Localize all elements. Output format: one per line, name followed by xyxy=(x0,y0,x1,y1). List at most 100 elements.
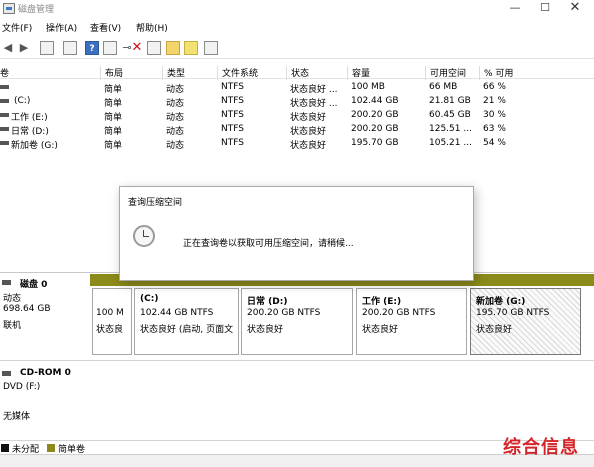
volume-capacity: 200.20 GB xyxy=(351,110,399,120)
title-bar: 磁盘管理 — ☐ ✕ xyxy=(0,0,594,18)
table-row[interactable]: 日常 (D:) 简单 动态 NTFS 状态良好 200.20 GB 125.51… xyxy=(0,122,594,137)
partition-size: 100 M xyxy=(96,308,124,318)
partition-size: 200.20 GB NTFS xyxy=(362,308,436,318)
volume-icon xyxy=(0,85,9,89)
volume-list-header: 卷 布局 类型 文件系统 状态 容量 可用空间 % 可用 xyxy=(0,63,594,80)
volume-icon xyxy=(0,141,9,145)
partition-size: 102.44 GB NTFS xyxy=(140,308,214,318)
partition-size: 195.70 GB NTFS xyxy=(476,308,550,318)
column-status[interactable]: 状态 xyxy=(286,66,309,80)
folder-icon[interactable] xyxy=(166,41,180,55)
column-volume[interactable]: 卷 xyxy=(0,66,9,80)
unallocated-swatch xyxy=(1,444,9,452)
partition-e[interactable]: 工作 (E:) 200.20 GB NTFS 状态良好 xyxy=(356,288,467,355)
divider xyxy=(0,360,594,361)
volume-percent: 30 % xyxy=(483,110,506,120)
close-button[interactable]: ✕ xyxy=(560,0,590,18)
disk-icon xyxy=(2,280,11,285)
volume-icon xyxy=(0,127,9,131)
maximize-button[interactable]: ☐ xyxy=(530,0,560,18)
volume-type: 动态 xyxy=(166,141,185,151)
partition-label: 日常 (D:) xyxy=(247,297,288,307)
partition-status: 状态良好 (启动, 页面文 xyxy=(140,325,234,335)
volume-free: 105.21 ... xyxy=(429,138,472,148)
partition-status: 状态良好 xyxy=(247,325,284,335)
disk-management-app-icon xyxy=(3,3,15,14)
volume-free: 125.51 ... xyxy=(429,124,472,134)
cdrom-icon xyxy=(2,371,11,376)
volume-capacity: 195.70 GB xyxy=(351,138,399,148)
simple-volume-swatch xyxy=(47,444,55,452)
partition-c[interactable]: (C:) 102.44 GB NTFS 状态良好 (启动, 页面文 xyxy=(134,288,239,355)
menu-action[interactable]: 操作(A) xyxy=(46,21,77,34)
volume-icon xyxy=(0,113,9,117)
volume-percent: 21 % xyxy=(483,96,506,106)
partition-size: 200.20 GB NTFS xyxy=(247,308,321,318)
disk-state: 联机 xyxy=(3,321,22,331)
menu-view[interactable]: 查看(V) xyxy=(90,21,121,34)
watermark: 综合信息 xyxy=(503,437,579,458)
volume-capacity: 102.44 GB xyxy=(351,96,399,106)
volume-free: 60.45 GB xyxy=(429,110,471,120)
partition-label: 新加卷 (G:) xyxy=(476,297,526,307)
volume-filesystem: NTFS xyxy=(221,82,244,92)
checklist-icon[interactable] xyxy=(147,41,161,55)
partition-g-selected[interactable]: 新加卷 (G:) 195.70 GB NTFS 状态良好 xyxy=(470,288,581,355)
dialog-message: 正在查询卷以获取可用压缩空间，请稍候... xyxy=(183,239,354,249)
disk-size: 698.64 GB xyxy=(3,304,51,314)
volume-percent: 54 % xyxy=(483,138,506,148)
cdrom-drive: DVD (F:) xyxy=(3,382,41,392)
column-filesystem[interactable]: 文件系统 xyxy=(217,66,258,80)
table-row[interactable]: 简单 动态 NTFS 状态良好 ... 100 MB 66 MB 66 % xyxy=(0,80,594,95)
volume-percent: 66 % xyxy=(483,82,506,92)
partition-label: 工作 (E:) xyxy=(362,297,402,307)
back-arrow-icon[interactable]: ◀ xyxy=(1,41,15,55)
volume-icon xyxy=(0,99,9,103)
table-row[interactable]: 工作 (E:) 简单 动态 NTFS 状态良好 200.20 GB 60.45 … xyxy=(0,108,594,123)
toolbar: ◀ ▶ ? ⊸ ✕ xyxy=(0,37,594,59)
partition-d[interactable]: 日常 (D:) 200.20 GB NTFS 状态良好 xyxy=(241,288,353,355)
menu-bar: 文件(F) 操作(A) 查看(V) 帮助(H) xyxy=(0,18,594,36)
table-row[interactable]: 新加卷 (G:) 简单 动态 NTFS 状态良好 195.70 GB 105.2… xyxy=(0,136,594,151)
table-row[interactable]: (C:) 简单 动态 NTFS 状态良好 ... 102.44 GB 21.81… xyxy=(0,94,594,109)
partition-label: (C:) xyxy=(140,294,159,304)
volume-filesystem: NTFS xyxy=(221,96,244,106)
properties-icon[interactable] xyxy=(103,41,117,55)
detail-view-icon[interactable] xyxy=(204,41,218,55)
folder-search-icon[interactable] xyxy=(184,41,198,55)
cdrom-media: 无媒体 xyxy=(3,412,31,422)
volume-filesystem: NTFS xyxy=(221,124,244,134)
window-title: 磁盘管理 xyxy=(18,5,55,15)
volume-capacity: 200.20 GB xyxy=(351,124,399,134)
volume-filesystem: NTFS xyxy=(221,138,244,148)
clock-icon xyxy=(133,225,155,247)
console-tree-icon[interactable] xyxy=(40,41,54,55)
volume-layout: 简单 xyxy=(104,141,123,151)
disk-name: 磁盘 0 xyxy=(20,280,48,290)
minimize-button[interactable]: — xyxy=(500,0,530,18)
volume-filesystem: NTFS xyxy=(221,110,244,120)
help-icon[interactable]: ? xyxy=(85,41,99,55)
partition-system-reserved[interactable]: 100 M 状态良 xyxy=(92,288,132,355)
column-percent-free[interactable]: % 可用 xyxy=(479,66,513,80)
menu-file[interactable]: 文件(F) xyxy=(2,21,32,34)
column-layout[interactable]: 布局 xyxy=(100,66,123,80)
volume-free: 21.81 GB xyxy=(429,96,471,106)
partition-status: 状态良好 xyxy=(476,325,513,335)
column-free-space[interactable]: 可用空间 xyxy=(425,66,466,80)
delete-icon[interactable]: ✕ xyxy=(130,41,144,55)
volume-free: 66 MB xyxy=(429,82,458,92)
volume-percent: 63 % xyxy=(483,124,506,134)
disk-type: 动态 xyxy=(3,294,22,304)
volume-status: 状态良好 xyxy=(290,141,327,151)
cdrom-name: CD-ROM 0 xyxy=(20,368,71,378)
column-capacity[interactable]: 容量 xyxy=(347,66,370,80)
menu-help[interactable]: 帮助(H) xyxy=(136,21,168,34)
dialog-title: 查询压缩空间 xyxy=(128,198,183,208)
column-type[interactable]: 类型 xyxy=(162,66,185,80)
forward-arrow-icon[interactable]: ▶ xyxy=(17,41,31,55)
list-view-icon[interactable] xyxy=(63,41,77,55)
volume-name: (C:) xyxy=(14,96,31,106)
volume-name: 新加卷 (G:) xyxy=(11,141,58,151)
query-shrink-space-dialog: 查询压缩空间 正在查询卷以获取可用压缩空间，请稍候... xyxy=(119,186,474,281)
